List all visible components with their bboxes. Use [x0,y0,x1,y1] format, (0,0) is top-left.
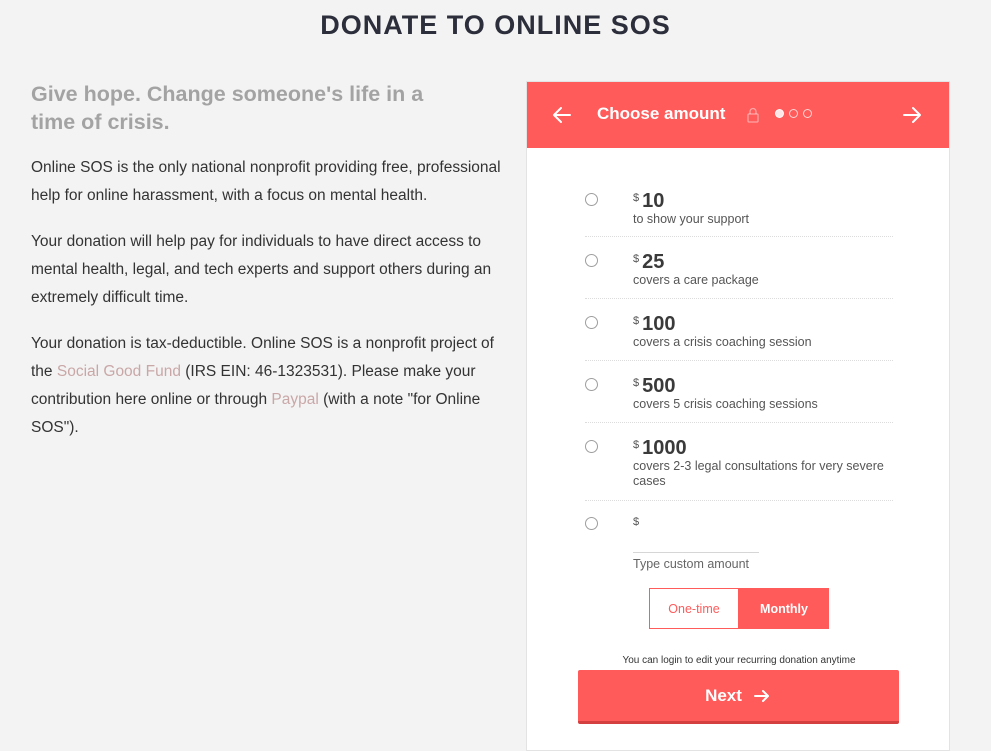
radio-button[interactable] [585,517,598,530]
amount-value: 25 [642,251,665,273]
currency-symbol: $ [633,439,640,451]
next-button[interactable]: Next [578,670,899,724]
amount-description: covers a care package [633,273,759,287]
currency-symbol: $ [633,253,640,265]
arrow-left-icon[interactable] [551,102,573,128]
currency-symbol: $ [633,377,640,389]
amount-value: 100 [642,313,676,335]
amount-description: covers 2-3 legal consultations for very … [633,459,884,488]
radio-button[interactable] [585,378,598,391]
tagline: Give hope. Change someone's life in a ti… [31,82,424,134]
tax-info-paragraph: Your donation is tax-deductible. Online … [31,330,501,442]
lock-icon [747,107,759,123]
arrow-right-icon [753,689,769,702]
intro-paragraph: Online SOS is the only national nonprofi… [31,159,501,204]
step-dot [775,109,784,118]
next-button-label: Next [705,685,742,705]
radio-button[interactable] [585,440,598,453]
amount-option[interactable]: $100 covers a crisis coaching session [585,299,893,361]
amount-option[interactable]: $500 covers 5 crisis coaching sessions [585,361,893,423]
recurring-note: You can login to edit your recurring don… [622,655,856,666]
amount-option[interactable]: $25 covers a care package [585,237,893,299]
amount-description: to show your support [633,212,750,226]
amount-description: covers 5 crisis coaching sessions [633,397,818,411]
donation-impact-paragraph: Your donation will help pay for individu… [31,233,492,306]
radio-button[interactable] [585,193,598,206]
custom-amount-input[interactable] [633,548,759,553]
paypal-link[interactable]: Paypal [271,391,318,408]
currency-symbol: $ [633,516,640,528]
step-dot [789,109,798,118]
amount-description: covers a crisis coaching session [633,335,812,349]
step-dot [803,109,812,118]
currency-symbol: $ [633,192,640,204]
custom-amount-option[interactable]: $ Type custom amount [585,501,893,571]
amount-option[interactable]: $10 to show your support [585,186,893,237]
amount-options: $10 to show your support $25 covers a ca… [585,186,893,571]
page-title: DONATE TO ONLINE SOS [320,10,671,40]
currency-symbol: $ [633,315,640,327]
one-time-button[interactable]: One-time [649,588,739,629]
monthly-button[interactable]: Monthly [739,588,829,629]
amount-value: 500 [642,375,676,397]
step-indicator [775,109,812,118]
intro-section: Give hope. Change someone's life in a ti… [31,80,501,460]
amount-value: 10 [642,190,665,212]
frequency-toggle: One-time Monthly [649,588,829,629]
custom-amount-placeholder: Type custom amount [633,557,750,571]
radio-button[interactable] [585,254,598,267]
radio-button[interactable] [585,316,598,329]
step-title: Choose amount [597,104,726,123]
amount-value: 1000 [642,437,687,459]
amount-option[interactable]: $1000 covers 2-3 legal consultations for… [585,423,893,501]
widget-header: Choose amount [527,82,949,148]
arrow-right-icon[interactable] [901,102,923,128]
social-good-fund-link[interactable]: Social Good Fund [57,363,181,380]
donation-widget: Choose amount $10 to show your support $… [526,81,950,751]
